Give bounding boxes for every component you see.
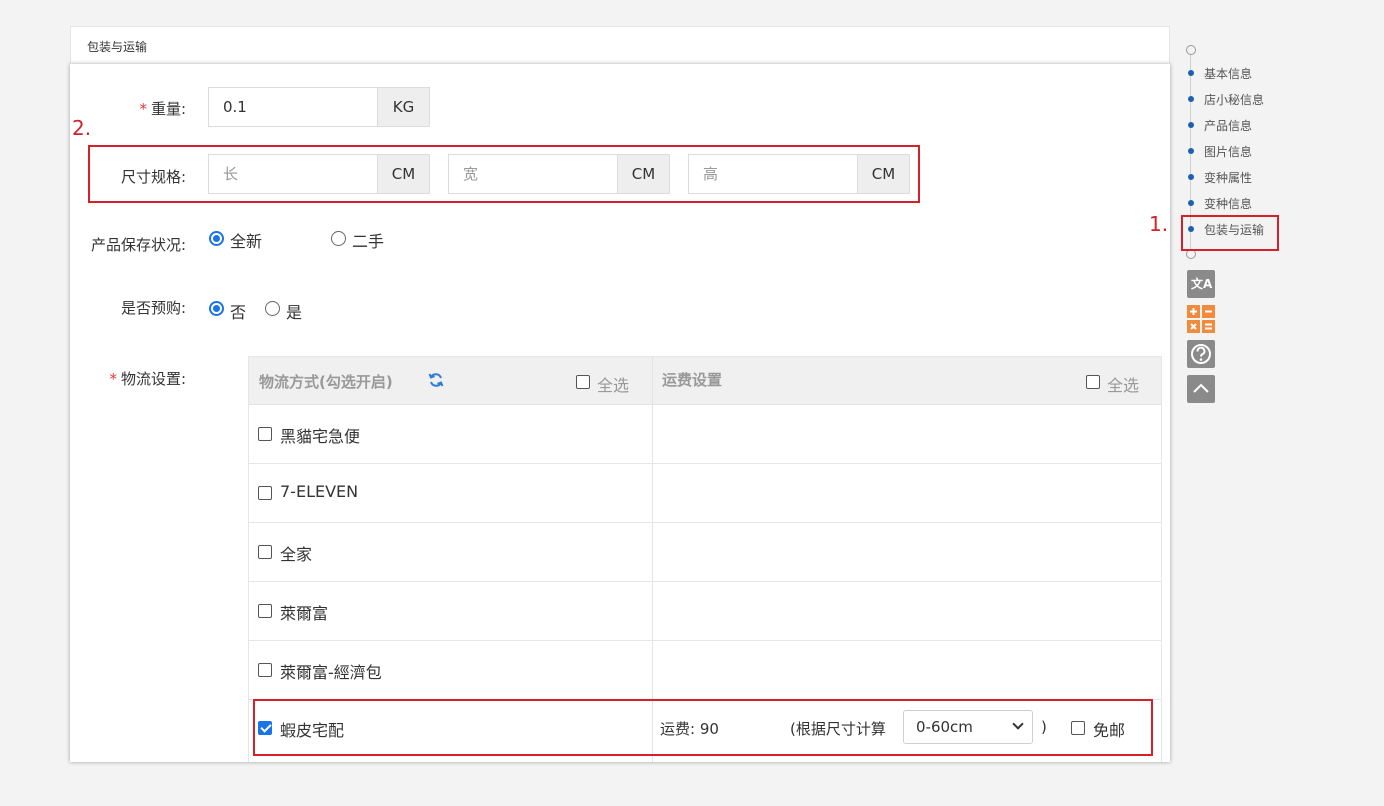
preorder-no-radio[interactable] <box>209 301 224 316</box>
preorder-label: 是否预购: <box>120 299 186 317</box>
help-icon[interactable] <box>1187 340 1215 368</box>
refresh-icon[interactable] <box>427 371 445 389</box>
shipping-method-checkbox[interactable] <box>258 545 272 559</box>
side-nav-dot <box>1188 122 1194 128</box>
side-nav-dot <box>1188 148 1194 154</box>
shopee-delivery-highlight-box <box>253 699 1153 756</box>
length-input[interactable]: 长 <box>208 154 378 194</box>
condition-used-radio[interactable] <box>331 231 346 246</box>
annotation-step-1: 1. <box>1149 212 1169 236</box>
side-nav-dot <box>1188 96 1194 102</box>
side-nav-item-variant-info[interactable]: 变种信息 <box>1204 195 1252 212</box>
shipping-method-name[interactable]: 萊爾富-經濟包 <box>280 659 382 683</box>
width-unit: CM <box>618 154 670 194</box>
side-nav-dot <box>1188 70 1194 76</box>
logistics-label: * 物流设置: <box>109 370 186 388</box>
shipping-method-checkbox[interactable] <box>258 486 272 500</box>
preorder-no-label[interactable]: 否 <box>230 299 246 323</box>
back-to-top-icon[interactable] <box>1187 375 1215 403</box>
row-divider <box>249 463 1161 464</box>
weight-input[interactable]: 0.1 <box>208 87 378 127</box>
side-nav-item-variant-attributes[interactable]: 变种属性 <box>1204 169 1252 186</box>
shipping-method-name[interactable]: 黑貓宅急便 <box>280 423 360 447</box>
side-nav-dot <box>1188 174 1194 180</box>
panel-header: 包装与运输 <box>70 26 1170 64</box>
condition-used-label[interactable]: 二手 <box>352 228 384 252</box>
dimensions-label: 尺寸规格: <box>120 168 186 186</box>
side-nav-start-circle <box>1186 45 1196 55</box>
condition-new-label[interactable]: 全新 <box>230 228 262 252</box>
side-nav-highlight-box <box>1181 215 1279 251</box>
row-divider <box>249 581 1161 582</box>
select-all-freight-label[interactable]: 全选 <box>1107 372 1139 396</box>
condition-label: 产品保存状况: <box>90 236 186 254</box>
shipping-method-checkbox[interactable] <box>258 427 272 441</box>
logistics-table-header: 物流方式(勾选开启) 全选 运费设置 全选 <box>249 357 1161 405</box>
annotation-step-2: 2. <box>72 116 92 140</box>
height-unit: CM <box>858 154 910 194</box>
height-input[interactable]: 高 <box>688 154 858 194</box>
side-nav-item-product-info[interactable]: 产品信息 <box>1204 117 1252 134</box>
calculator-icon[interactable] <box>1187 305 1215 333</box>
shipping-method-name[interactable]: 全家 <box>280 541 312 565</box>
side-nav-item-basic-info[interactable]: 基本信息 <box>1204 65 1252 82</box>
preorder-yes-label[interactable]: 是 <box>286 299 302 323</box>
select-all-freight-checkbox[interactable] <box>1086 375 1100 389</box>
side-nav-dot <box>1188 200 1194 206</box>
weight-label: * 重量: <box>139 100 186 118</box>
row-divider <box>249 522 1161 523</box>
shipping-method-name[interactable]: 7-ELEVEN <box>280 482 358 501</box>
side-nav-item-dxm-info[interactable]: 店小秘信息 <box>1204 91 1264 108</box>
select-all-methods-checkbox[interactable] <box>576 375 590 389</box>
width-input[interactable]: 宽 <box>448 154 618 194</box>
shipping-method-header: 物流方式(勾选开启) <box>259 373 393 391</box>
translate-icon[interactable]: 文A <box>1187 270 1215 298</box>
length-unit: CM <box>378 154 430 194</box>
shipping-method-checkbox[interactable] <box>258 663 272 677</box>
packaging-shipping-panel: * 重量: 0.1 KG 2. 尺寸规格: 长 CM 宽 CM 高 CM 产品保存… <box>70 64 1170 762</box>
shipping-method-name[interactable]: 萊爾富 <box>280 600 328 624</box>
panel-title: 包装与运输 <box>87 40 148 54</box>
shipping-method-checkbox[interactable] <box>258 604 272 618</box>
select-all-methods-label[interactable]: 全选 <box>597 372 629 396</box>
weight-unit: KG <box>378 87 430 127</box>
preorder-yes-radio[interactable] <box>265 301 280 316</box>
freight-settings-header: 运费设置 <box>662 371 723 389</box>
condition-new-radio[interactable] <box>209 231 224 246</box>
translate-glyph: 文A <box>1191 277 1213 291</box>
side-nav-item-image-info[interactable]: 图片信息 <box>1204 143 1252 160</box>
row-divider <box>249 640 1161 641</box>
